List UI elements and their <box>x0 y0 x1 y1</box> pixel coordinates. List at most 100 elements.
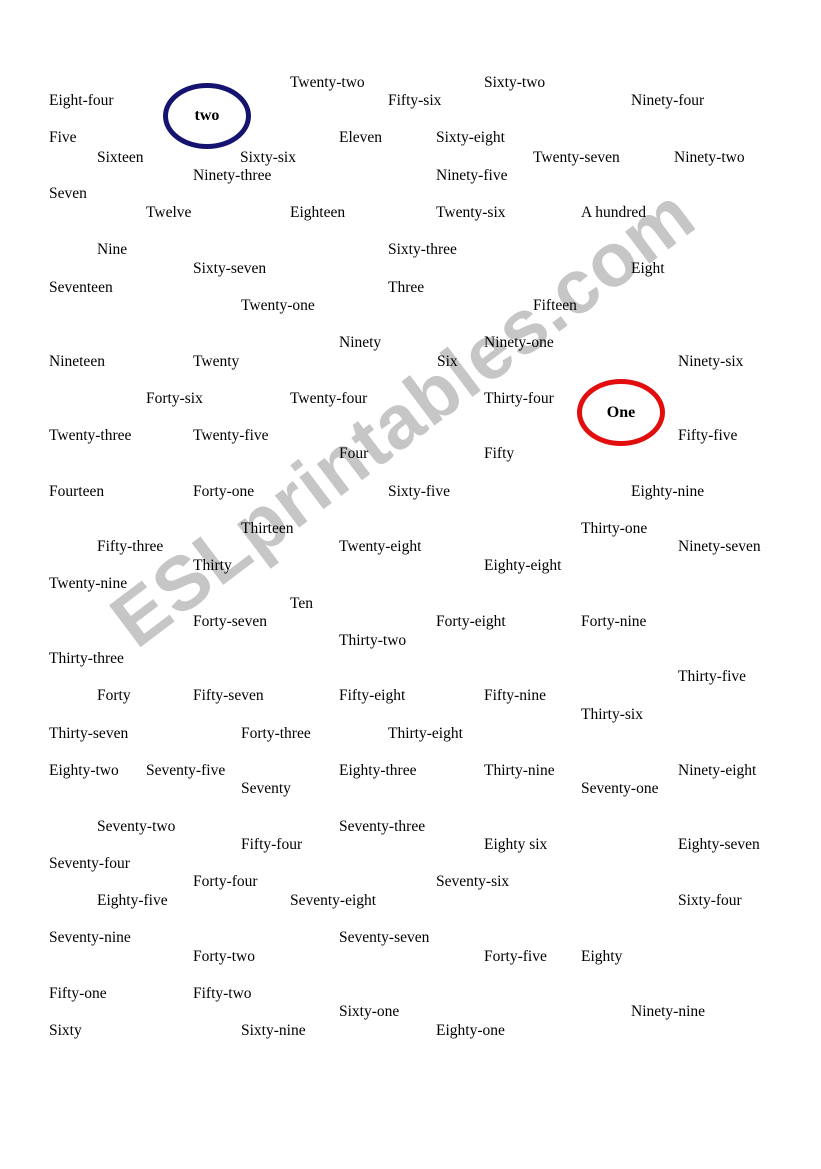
word-item[interactable]: Forty-four <box>193 874 258 890</box>
word-item[interactable]: Nineteen <box>49 354 105 370</box>
word-item[interactable]: Thirty-seven <box>49 726 128 742</box>
word-item[interactable]: Eighty-five <box>97 893 168 909</box>
word-item[interactable]: Sixty <box>49 1023 82 1039</box>
word-item[interactable]: Fifty-four <box>241 837 302 853</box>
word-item[interactable]: Sixty-nine <box>241 1023 306 1039</box>
word-item[interactable]: Sixty-one <box>339 1004 399 1020</box>
word-item[interactable]: Ten <box>290 596 313 612</box>
word-item[interactable]: Forty-one <box>193 484 254 500</box>
word-item[interactable]: Thirty-two <box>339 633 406 649</box>
word-item[interactable]: A hundred <box>581 205 646 221</box>
word-item[interactable]: Fifty-eight <box>339 688 405 704</box>
word-item[interactable]: Seventy-seven <box>339 930 429 946</box>
word-item[interactable]: Thirteen <box>241 521 294 537</box>
word-item[interactable]: Ninety-two <box>674 150 745 166</box>
word-item[interactable]: Ninety-eight <box>678 763 756 779</box>
word-item[interactable]: Sixty-seven <box>193 261 266 277</box>
word-item[interactable]: Ninety <box>339 335 381 351</box>
word-item[interactable]: Ninety-four <box>631 93 704 109</box>
word-item[interactable]: Seventy-four <box>49 856 130 872</box>
word-item[interactable]: Forty-three <box>241 726 311 742</box>
word-item[interactable]: Eight <box>631 261 665 277</box>
word-item[interactable]: Seven <box>49 186 87 202</box>
word-item[interactable]: Eleven <box>339 130 382 146</box>
word-item[interactable]: Fifty-three <box>97 539 163 555</box>
word-item[interactable]: Thirty <box>193 558 232 574</box>
word-item[interactable]: Sixty-five <box>388 484 450 500</box>
word-item[interactable]: Forty-eight <box>436 614 506 630</box>
word-item[interactable]: Forty <box>97 688 131 704</box>
word-item[interactable]: Ninety-six <box>678 354 743 370</box>
word-item[interactable]: Forty-six <box>146 391 203 407</box>
word-item[interactable]: Twelve <box>146 205 191 221</box>
word-item[interactable]: Forty-seven <box>193 614 267 630</box>
word-item[interactable]: Ninety-five <box>436 168 507 184</box>
word-item[interactable]: Forty-five <box>484 949 547 965</box>
word-item[interactable]: Thirty-three <box>49 651 124 667</box>
word-item[interactable]: Twenty-seven <box>533 150 620 166</box>
word-item[interactable]: Sixty-four <box>678 893 742 909</box>
word-item[interactable]: Fifty-six <box>388 93 441 109</box>
word-item[interactable]: Thirty-one <box>581 521 647 537</box>
word-item[interactable]: Thirty-eight <box>388 726 463 742</box>
word-item[interactable]: Eighty-seven <box>678 837 760 853</box>
word-item[interactable]: Eight-four <box>49 93 114 109</box>
word-item[interactable]: Sixty-two <box>484 75 545 91</box>
word-item[interactable]: Nine <box>97 242 127 258</box>
circled-answer-one[interactable]: One <box>577 379 665 446</box>
word-item[interactable]: Ninety-one <box>484 335 554 351</box>
word-item[interactable]: Six <box>437 354 458 370</box>
word-item[interactable]: Fifteen <box>533 298 577 314</box>
word-item[interactable]: Forty-two <box>193 949 255 965</box>
word-item[interactable]: Sixty-six <box>240 150 296 166</box>
circled-answer-two[interactable]: two <box>163 83 251 149</box>
word-item[interactable]: Twenty-one <box>241 298 315 314</box>
word-item[interactable]: Seventy-eight <box>290 893 376 909</box>
word-item[interactable]: Seventy <box>241 781 291 797</box>
word-item[interactable]: Thirty-nine <box>484 763 555 779</box>
word-item[interactable]: Twenty <box>193 354 239 370</box>
word-item[interactable]: Seventy-two <box>97 819 175 835</box>
word-item[interactable]: Eighty-two <box>49 763 119 779</box>
word-item[interactable]: Fifty-five <box>678 428 737 444</box>
word-item[interactable]: Fifty-seven <box>193 688 264 704</box>
word-item[interactable]: Five <box>49 130 77 146</box>
word-item[interactable]: Twenty-eight <box>339 539 421 555</box>
word-item[interactable]: Thirty-four <box>484 391 554 407</box>
word-item[interactable]: Seventy-six <box>436 874 509 890</box>
word-item[interactable]: Twenty-two <box>290 75 365 91</box>
word-item[interactable]: Sixteen <box>97 150 144 166</box>
word-item[interactable]: Seventy-one <box>581 781 658 797</box>
word-item[interactable]: Twenty-nine <box>49 576 127 592</box>
word-item[interactable]: Twenty-six <box>436 205 506 221</box>
word-item[interactable]: Fourteen <box>49 484 104 500</box>
word-item[interactable]: Fifty-one <box>49 986 107 1002</box>
word-item[interactable]: Eighty six <box>484 837 547 853</box>
word-item[interactable]: Twenty-three <box>49 428 131 444</box>
word-item[interactable]: Eighty-nine <box>631 484 704 500</box>
word-item[interactable]: Twenty-five <box>193 428 269 444</box>
word-item[interactable]: Eighty-eight <box>484 558 562 574</box>
word-item[interactable]: Sixty-eight <box>436 130 505 146</box>
word-item[interactable]: Eighty-one <box>436 1023 505 1039</box>
word-item[interactable]: Thirty-five <box>678 669 746 685</box>
word-item[interactable]: Eighty <box>581 949 622 965</box>
word-item[interactable]: Seventy-nine <box>49 930 131 946</box>
word-item[interactable]: Sixty-three <box>388 242 457 258</box>
word-item[interactable]: Seventeen <box>49 280 113 296</box>
word-item[interactable]: Eighteen <box>290 205 345 221</box>
word-item[interactable]: Ninety-three <box>193 168 271 184</box>
word-item[interactable]: Ninety-seven <box>678 539 761 555</box>
word-item[interactable]: Thirty-six <box>581 707 643 723</box>
word-item[interactable]: Seventy-five <box>146 763 225 779</box>
word-item[interactable]: Three <box>388 280 424 296</box>
word-item[interactable]: Twenty-four <box>290 391 367 407</box>
word-item[interactable]: Four <box>339 446 368 462</box>
word-item[interactable]: Forty-nine <box>581 614 646 630</box>
word-item[interactable]: Fifty <box>484 446 514 462</box>
word-item[interactable]: Seventy-three <box>339 819 425 835</box>
word-item[interactable]: Ninety-nine <box>631 1004 705 1020</box>
word-item[interactable]: Eighty-three <box>339 763 416 779</box>
word-item[interactable]: Fifty-two <box>193 986 252 1002</box>
word-item[interactable]: Fifty-nine <box>484 688 546 704</box>
